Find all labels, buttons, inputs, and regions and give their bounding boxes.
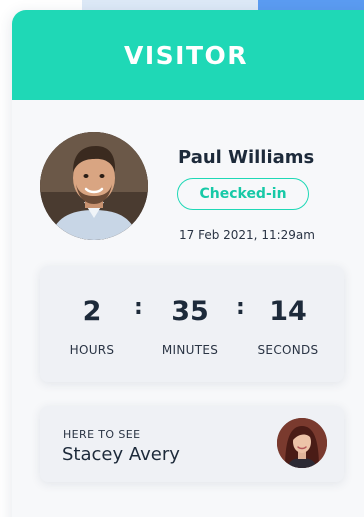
visitor-avatar bbox=[40, 132, 148, 240]
card-header: VISITOR bbox=[12, 10, 364, 100]
card-title: VISITOR bbox=[123, 40, 248, 70]
timer-minutes: 35 MINUTES bbox=[140, 266, 240, 357]
visitor-card: VISITOR Paul Williams Checked-in 17 Feb … bbox=[12, 10, 364, 517]
timer-hours-value: 2 bbox=[82, 296, 102, 327]
host-photo-icon bbox=[277, 418, 327, 468]
timer-minutes-label: MINUTES bbox=[161, 343, 219, 357]
visitor-photo-icon bbox=[40, 132, 148, 240]
timer-seconds: 14 SECONDS bbox=[238, 266, 338, 357]
host-label: HERE TO SEE bbox=[63, 428, 141, 441]
timer-hours-label: HOURS bbox=[69, 343, 115, 357]
checkin-timestamp: 17 Feb 2021, 11:29am bbox=[179, 228, 315, 242]
timer-seconds-value: 14 bbox=[269, 296, 307, 327]
visit-duration-timer: 2 HOURS : 35 MINUTES : 14 SECONDS bbox=[40, 266, 344, 382]
timer-hours: 2 HOURS bbox=[42, 266, 142, 357]
host-card[interactable]: HERE TO SEE Stacey Avery bbox=[40, 406, 344, 482]
host-avatar bbox=[277, 418, 327, 468]
visitor-name: Paul Williams bbox=[178, 147, 315, 168]
visitor-profile: Paul Williams Checked-in 17 Feb 2021, 11… bbox=[12, 100, 364, 250]
timer-seconds-label: SECONDS bbox=[257, 343, 319, 357]
status-badge: Checked-in bbox=[177, 178, 309, 210]
timer-minutes-value: 35 bbox=[171, 296, 209, 327]
host-name: Stacey Avery bbox=[62, 444, 180, 465]
